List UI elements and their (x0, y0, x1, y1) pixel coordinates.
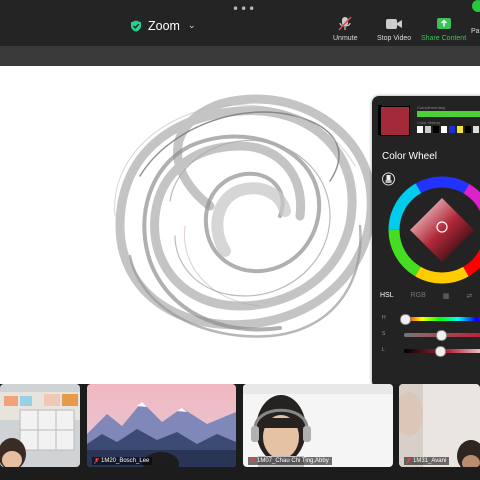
participant-video-tile[interactable]: 1M31_Avani (399, 384, 480, 467)
tab-mix-icon[interactable]: ⇄ (466, 292, 472, 300)
share-content-label: Share Content (421, 35, 467, 42)
more-options-icon[interactable]: ••• (232, 2, 256, 16)
participant-video-feed (399, 384, 480, 467)
stop-video-label: Stop Video (377, 35, 412, 42)
hue-slider[interactable] (404, 317, 480, 321)
unmute-button[interactable]: Unmute (333, 16, 358, 42)
participant-video-feed (87, 384, 236, 467)
meeting-toolbar: ••• Zoom ⌄ Unmute Stop Video Share Conte… (0, 0, 480, 46)
history-swatch[interactable] (441, 126, 447, 133)
shield-check-icon (131, 20, 141, 32)
participant-video-feed (243, 384, 393, 467)
video-camera-icon (386, 19, 403, 29)
meeting-title-label: Zoom (148, 19, 180, 33)
color-picker-panel: Complementary Color History Color Wheel (372, 96, 480, 388)
unmute-label: Unmute (333, 35, 358, 42)
hue-slider-knob[interactable] (400, 314, 411, 325)
participant-name-tag: 1M31_Avani (404, 457, 450, 465)
participant-video-tile[interactable] (0, 384, 80, 467)
participant-name-tag: 1M07_Chau Chi Ting,Abby (248, 457, 332, 465)
lightness-slider-label: L (382, 347, 385, 353)
hue-slider-label: H (382, 315, 386, 321)
muted-mic-icon (94, 458, 99, 464)
partial-toolbar-button[interactable]: Pa (471, 28, 480, 35)
participant-name: 1M20_Bosch_Lee (101, 458, 150, 464)
shared-screen-margin (0, 46, 480, 66)
participant-name: 1M07_Chau Chi Ting,Abby (257, 458, 329, 464)
participant-video-tile[interactable]: 1M07_Chau Chi Ting,Abby (243, 384, 393, 467)
participant-name-tag: 1M20_Bosch_Lee (92, 457, 153, 465)
participant-video-tile[interactable]: 1M20_Bosch_Lee (87, 384, 236, 467)
chevron-down-icon: ⌄ (187, 21, 196, 31)
history-swatch[interactable] (425, 126, 431, 133)
participant-video-feed (0, 384, 80, 467)
status-indicator (472, 0, 480, 12)
current-color-swatch[interactable] (380, 106, 410, 136)
color-wheel-title: Color Wheel (382, 151, 438, 162)
muted-mic-icon (250, 458, 255, 464)
share-screen-icon (436, 18, 451, 29)
history-swatch[interactable] (457, 126, 463, 133)
lightness-slider-knob[interactable] (435, 346, 446, 357)
participant-name: 1M31_Avani (413, 458, 447, 464)
stop-video-button[interactable]: Stop Video (377, 16, 411, 42)
tab-grid-icon[interactable]: ▦ (443, 292, 450, 300)
hue-wheel[interactable] (388, 173, 480, 285)
share-content-button[interactable]: Share Content (421, 16, 466, 42)
meeting-title[interactable]: Zoom ⌄ (130, 19, 196, 33)
saturation-slider-label: S (382, 331, 386, 337)
complementary-label: Complementary (417, 105, 446, 110)
color-history-label: Color History (417, 120, 441, 125)
partial-toolbar-label: Pa (471, 28, 480, 35)
color-history-swatches (417, 126, 479, 133)
saturation-slider-knob[interactable] (436, 330, 447, 341)
history-swatch[interactable] (473, 126, 479, 133)
tab-hsl[interactable]: HSL (380, 292, 394, 300)
muted-mic-icon (406, 458, 411, 464)
color-mode-tabs: HSL RGB ▦ ⇄ (380, 292, 472, 300)
history-swatch[interactable] (417, 126, 423, 133)
microphone-muted-icon (338, 16, 352, 31)
history-swatch[interactable] (465, 126, 471, 133)
history-swatch[interactable] (433, 126, 439, 133)
tab-rgb[interactable]: RGB (411, 292, 426, 300)
history-swatch[interactable] (449, 126, 455, 133)
complementary-color-bar[interactable] (417, 111, 480, 117)
